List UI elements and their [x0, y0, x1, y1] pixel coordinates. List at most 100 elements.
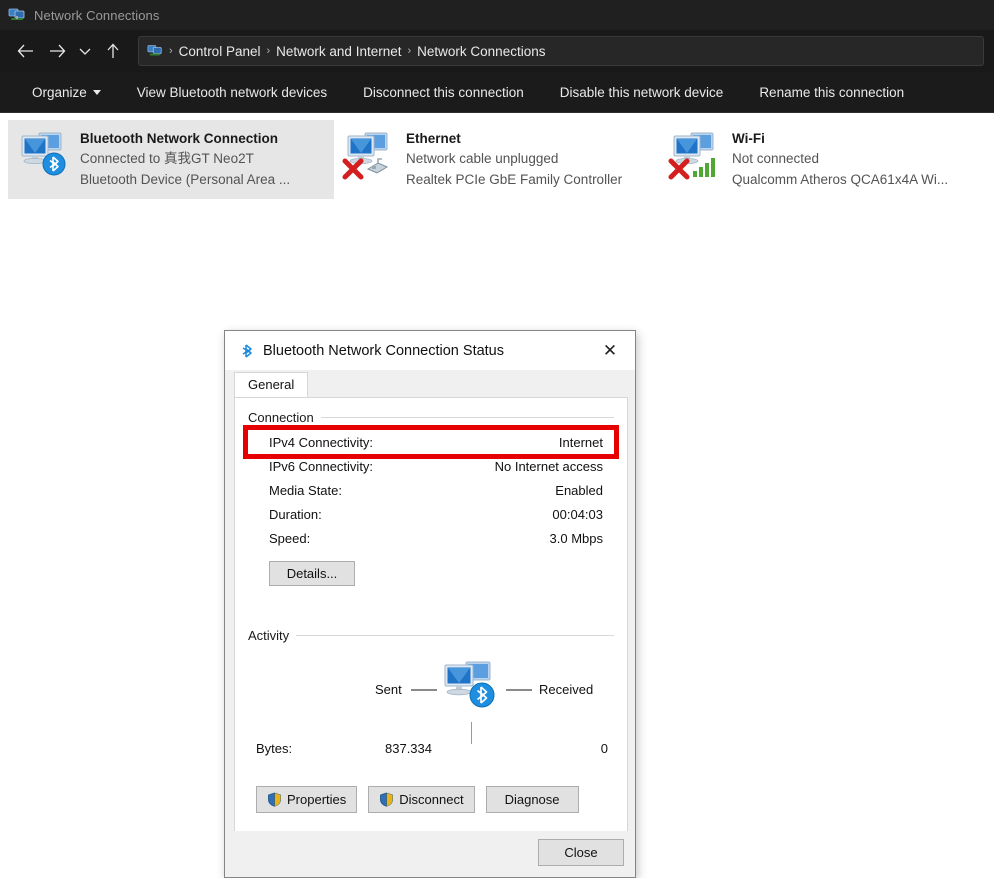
- navigation-bar: › Control Panel › Network and Internet ›…: [0, 30, 994, 72]
- adapter-item-wi-fi[interactable]: Wi-Fi Not connected Qualcomm Atheros QCA…: [660, 120, 986, 199]
- toolbar-item-label: Organize: [32, 84, 87, 100]
- uac-shield-icon: [379, 792, 394, 807]
- toolbar-item-organize[interactable]: Organize: [14, 85, 119, 100]
- activity-diagram: Sent Received: [248, 648, 614, 744]
- row-speed: Speed: 3.0 Mbps: [248, 526, 614, 550]
- adapter-device: Bluetooth Device (Personal Area ...: [80, 172, 291, 187]
- dialog-footer: Close: [225, 831, 635, 877]
- network-adapter-list: Bluetooth Network Connection Connected t…: [0, 113, 994, 199]
- dialog-tabstrip: General: [225, 370, 635, 397]
- adapter-text: Ethernet Network cable unplugged Realtek…: [406, 128, 622, 190]
- chevron-down-icon: [92, 89, 101, 95]
- adapter-name: Wi-Fi: [732, 131, 765, 146]
- toolbar-item-disable-this-network-device[interactable]: Disable this network device: [542, 85, 742, 100]
- group-divider: [296, 635, 614, 636]
- activity-group-label: Activity: [248, 628, 290, 643]
- received-label: Received: [539, 682, 594, 697]
- activity-group: Activity Sent Received Bytes: 837.334 0: [248, 628, 614, 756]
- adapter-item-bluetooth-network-connection[interactable]: Bluetooth Network Connection Connected t…: [8, 120, 334, 199]
- sent-connector: [411, 689, 437, 691]
- window-title: Network Connections: [34, 7, 160, 23]
- row-label: Speed:: [269, 530, 311, 546]
- window-titlebar: Network Connections: [0, 0, 994, 30]
- bytes-sent-value: 837.334: [385, 740, 432, 756]
- activity-divider: [471, 722, 472, 744]
- red-x-badge-icon: [668, 158, 690, 180]
- red-x-badge-icon: [342, 158, 364, 180]
- dialog-action-buttons: Properties Disconnect Diagnose: [256, 786, 579, 813]
- arrow-up-icon[interactable]: [98, 36, 128, 66]
- disconnect-button-label: Disconnect: [399, 792, 464, 807]
- adapter-text: Wi-Fi Not connected Qualcomm Atheros QCA…: [732, 128, 948, 190]
- adapter-item-ethernet[interactable]: Ethernet Network cable unplugged Realtek…: [334, 120, 660, 199]
- row-label: IPv6 Connectivity:: [269, 458, 374, 474]
- uac-shield-icon: [267, 792, 282, 807]
- row-label: Duration:: [269, 506, 322, 522]
- toolbar-item-disconnect-this-connection[interactable]: Disconnect this connection: [345, 85, 542, 100]
- row-ipv4-connectivity: IPv4 Connectivity: Internet: [243, 425, 619, 459]
- bluetooth-icon: [241, 343, 255, 359]
- adapter-text: Bluetooth Network Connection Connected t…: [80, 128, 290, 190]
- bytes-received-value: 0: [600, 740, 608, 756]
- row-value: 3.0 Mbps: [549, 530, 603, 546]
- group-divider: [320, 417, 614, 418]
- connection-group-header: Connection: [248, 410, 614, 425]
- connection-group: Connection IPv4 Connectivity: Internet I…: [243, 410, 619, 586]
- breadcrumb-item-control-panel[interactable]: Control Panel: [179, 44, 261, 59]
- breadcrumb-separator: ›: [407, 45, 412, 57]
- details-button[interactable]: Details...: [269, 561, 355, 586]
- command-toolbar: Organize View Bluetooth network devices …: [0, 72, 994, 113]
- sent-label: Sent: [375, 682, 402, 697]
- row-ipv6-connectivity: IPv6 Connectivity: No Internet access: [248, 454, 614, 478]
- network-adapter-icon: [16, 128, 70, 180]
- row-media-state: Media State: Enabled: [248, 478, 614, 502]
- breadcrumb-separator: ›: [169, 45, 173, 57]
- received-connector: [506, 689, 532, 691]
- breadcrumb-separator: ›: [266, 45, 271, 57]
- content-area: Bluetooth Network Connection Connected t…: [0, 113, 994, 878]
- arrow-left-icon[interactable]: [10, 36, 40, 66]
- disconnect-button[interactable]: Disconnect: [368, 786, 475, 813]
- bluetooth-badge-icon: [42, 152, 66, 176]
- row-duration: Duration: 00:04:03: [248, 502, 614, 526]
- breadcrumb-icon: [147, 43, 163, 59]
- adapter-status: Not connected: [732, 151, 820, 166]
- bluetooth-network-icon: [440, 658, 502, 719]
- network-adapter-icon: [342, 128, 396, 180]
- bytes-label: Bytes:: [256, 740, 293, 756]
- adapter-status: Connected to 真我GT Neo2T: [80, 151, 254, 166]
- row-label: Media State:: [269, 482, 342, 498]
- row-label: IPv4 Connectivity:: [269, 434, 374, 450]
- diagnose-button[interactable]: Diagnose: [485, 786, 579, 813]
- bluetooth-network-connection-status-dialog: Bluetooth Network Connection Status ✕ Ge…: [224, 330, 636, 878]
- breadcrumb-item-network-connections[interactable]: Network Connections: [417, 44, 545, 59]
- adapter-status: Network cable unplugged: [406, 151, 559, 166]
- adapter-name: Bluetooth Network Connection: [80, 131, 278, 146]
- dialog-title: Bluetooth Network Connection Status: [263, 342, 504, 359]
- adapter-name: Ethernet: [406, 131, 461, 146]
- row-value: 00:04:03: [552, 506, 603, 522]
- adapter-device: Qualcomm Atheros QCA61x4A Wi...: [732, 172, 949, 187]
- tab-page-general: Connection IPv4 Connectivity: Internet I…: [234, 397, 628, 833]
- properties-button[interactable]: Properties: [256, 786, 358, 813]
- row-value: Enabled: [555, 482, 603, 498]
- adapter-device: Realtek PCIe GbE Family Controller: [406, 172, 623, 187]
- toolbar-item-rename-this-connection[interactable]: Rename this connection: [741, 85, 922, 100]
- close-icon[interactable]: ✕: [591, 333, 629, 369]
- properties-button-label: Properties: [287, 792, 347, 807]
- arrow-right-icon[interactable]: [42, 36, 72, 66]
- chevron-down-icon[interactable]: [74, 36, 96, 66]
- activity-group-header: Activity: [248, 628, 614, 643]
- connection-group-label: Connection: [248, 410, 314, 425]
- breadcrumb[interactable]: › Control Panel › Network and Internet ›…: [138, 36, 984, 66]
- dialog-titlebar: Bluetooth Network Connection Status ✕: [225, 331, 635, 370]
- network-adapter-icon: [668, 128, 722, 180]
- row-value: Internet: [558, 434, 603, 450]
- toolbar-item-view-bluetooth-network-devices[interactable]: View Bluetooth network devices: [119, 85, 345, 100]
- close-button[interactable]: Close: [538, 839, 624, 866]
- network-connections-icon: [8, 6, 26, 24]
- row-value: No Internet access: [494, 458, 603, 474]
- tab-general[interactable]: General: [234, 372, 309, 397]
- breadcrumb-item-network-and-internet[interactable]: Network and Internet: [276, 44, 401, 59]
- ethernet-cable-badge-icon: [366, 158, 389, 174]
